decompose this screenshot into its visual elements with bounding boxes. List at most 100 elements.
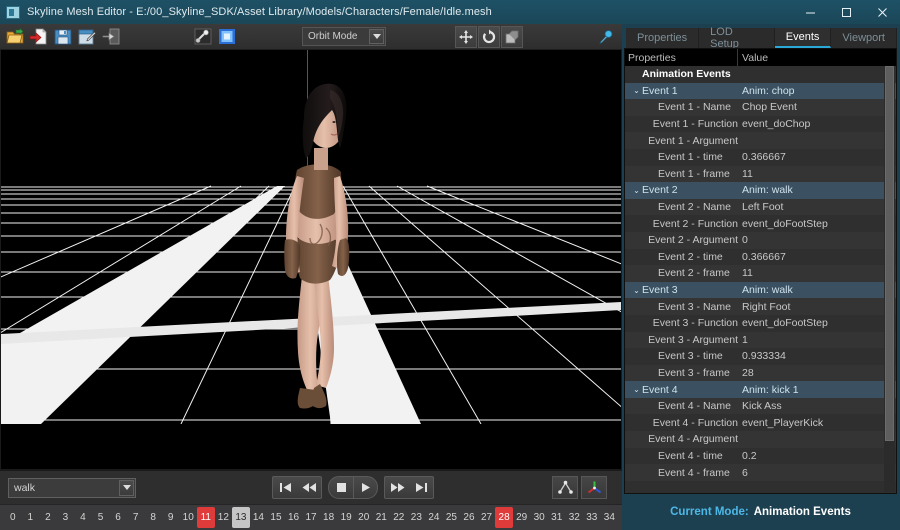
import-file-icon[interactable] [28,26,50,48]
property-value-cell[interactable]: Chop Event [738,101,896,113]
property-value-cell[interactable]: 28 [738,367,896,379]
property-row[interactable]: Event 1 - time0.366667 [625,149,896,166]
property-row[interactable]: Event 2 - Argument0 [625,232,896,249]
frame-timeline[interactable]: 0123456789101112131415161718192021222324… [0,504,622,530]
property-value-cell[interactable]: Anim: walk [738,284,896,296]
tab-events[interactable]: Events [775,28,832,48]
timeline-frame-13[interactable]: 13 [232,507,250,528]
timeline-frame-16[interactable]: 16 [285,507,303,528]
timeline-frame-25[interactable]: 25 [443,507,461,528]
properties-scrollbar[interactable] [884,66,895,492]
property-value-cell[interactable]: 0.366667 [738,151,896,163]
property-row[interactable]: ⌄Event 1Anim: chop [625,83,896,100]
property-row[interactable]: Event 3 - Argument1 [625,332,896,349]
property-row[interactable]: Event 4 - NameKick Ass [625,398,896,415]
timeline-frame-33[interactable]: 33 [583,507,601,528]
property-row[interactable]: Event 4 - frame6 [625,464,896,481]
timeline-frame-28[interactable]: 28 [495,507,513,528]
property-row[interactable]: Event 1 - NameChop Event [625,99,896,116]
property-value-cell[interactable]: event_doChop [738,118,896,130]
scale-gizmo-icon[interactable] [501,26,523,48]
timeline-frame-29[interactable]: 29 [513,507,531,528]
tab-properties[interactable]: Properties [626,28,699,48]
timeline-frame-0[interactable]: 0 [4,507,22,528]
chevron-down-icon[interactable]: ⌄ [631,86,642,95]
timeline-frame-15[interactable]: 15 [267,507,285,528]
property-row[interactable]: Event 3 - frame28 [625,365,896,382]
property-row[interactable]: Event 3 - NameRight Foot [625,298,896,315]
property-row[interactable]: Event 1 - Functionevent_doChop [625,116,896,133]
property-value-cell[interactable]: 0 [738,234,896,246]
timeline-frame-8[interactable]: 8 [144,507,162,528]
timeline-frame-19[interactable]: 19 [337,507,355,528]
property-value-cell[interactable]: 11 [738,168,896,180]
timeline-frame-18[interactable]: 18 [320,507,338,528]
timeline-frame-32[interactable]: 32 [566,507,584,528]
timeline-frame-31[interactable]: 31 [548,507,566,528]
maximize-icon[interactable] [828,0,864,24]
property-row[interactable]: Event 2 - frame11 [625,265,896,282]
save-file-icon[interactable] [52,26,74,48]
timeline-frame-27[interactable]: 27 [478,507,496,528]
material-preview-icon[interactable] [216,26,238,48]
bone-tool-icon[interactable] [192,26,214,48]
rotate-gizmo-icon[interactable] [478,26,500,48]
fast-forward-button[interactable] [385,477,409,498]
property-value-cell[interactable]: 6 [738,467,896,479]
timeline-frame-4[interactable]: 4 [74,507,92,528]
property-value-cell[interactable]: Anim: walk [738,184,896,196]
property-value-cell[interactable]: Right Foot [738,301,896,313]
play-button[interactable] [353,477,377,498]
timeline-frame-1[interactable]: 1 [22,507,40,528]
timeline-frame-17[interactable]: 17 [302,507,320,528]
property-row[interactable]: ⌄Event 4Anim: kick 1 [625,381,896,398]
property-value-cell[interactable]: Left Foot [738,201,896,213]
timeline-frame-10[interactable]: 10 [179,507,197,528]
property-value-cell[interactable]: 11 [738,267,896,279]
property-row[interactable]: Event 1 - Argument [625,132,896,149]
close-icon[interactable] [864,0,900,24]
property-row[interactable]: Event 4 - Functionevent_PlayerKick [625,414,896,431]
stop-button[interactable] [329,477,353,498]
property-value-cell[interactable]: Anim: kick 1 [738,384,896,396]
animation-select[interactable]: walk [8,478,136,498]
chevron-down-icon[interactable]: ⌄ [631,186,642,195]
property-row[interactable]: Animation Events [625,66,896,83]
timeline-frame-3[interactable]: 3 [57,507,75,528]
property-value-cell[interactable]: 0.2 [738,450,896,462]
skeleton-view-icon[interactable] [552,476,578,499]
nav-mode-combo[interactable]: Orbit Mode [302,27,386,46]
property-row[interactable]: Event 2 - NameLeft Foot [625,199,896,216]
property-value-cell[interactable]: event_doFootStep [738,218,896,230]
3d-viewport[interactable] [0,50,622,470]
property-row[interactable]: Event 3 - time0.933334 [625,348,896,365]
timeline-frame-5[interactable]: 5 [92,507,110,528]
minimize-icon[interactable] [792,0,828,24]
property-value-cell[interactable]: 1 [738,334,896,346]
chevron-down-icon[interactable]: ⌄ [631,385,642,394]
property-value-cell[interactable]: event_doFootStep [738,317,896,329]
property-value-cell[interactable]: Anim: chop [738,85,896,97]
skip-to-start-button[interactable] [273,477,297,498]
property-row[interactable]: Event 1 - frame11 [625,166,896,183]
timeline-frame-14[interactable]: 14 [250,507,268,528]
move-gizmo-icon[interactable] [455,26,477,48]
timeline-frame-2[interactable]: 2 [39,507,57,528]
timeline-frame-12[interactable]: 12 [215,507,233,528]
property-row[interactable]: Event 4 - time0.2 [625,448,896,465]
scrollbar-thumb[interactable] [885,66,894,441]
export-file-icon[interactable] [100,26,122,48]
character-model[interactable] [256,52,386,437]
rewind-button[interactable] [297,477,321,498]
pin-icon[interactable] [596,27,616,47]
property-value-cell[interactable]: 0.933334 [738,350,896,362]
timeline-frame-6[interactable]: 6 [109,507,127,528]
chevron-down-icon[interactable] [369,29,384,44]
timeline-frame-30[interactable]: 30 [530,507,548,528]
property-value-cell[interactable]: Kick Ass [738,400,896,412]
timeline-frame-9[interactable]: 9 [162,507,180,528]
property-row[interactable]: Event 3 - Functionevent_doFootStep [625,315,896,332]
save-as-icon[interactable] [76,26,98,48]
property-row[interactable]: ⌄Event 2Anim: walk [625,182,896,199]
chevron-down-icon[interactable]: ⌄ [631,286,642,295]
